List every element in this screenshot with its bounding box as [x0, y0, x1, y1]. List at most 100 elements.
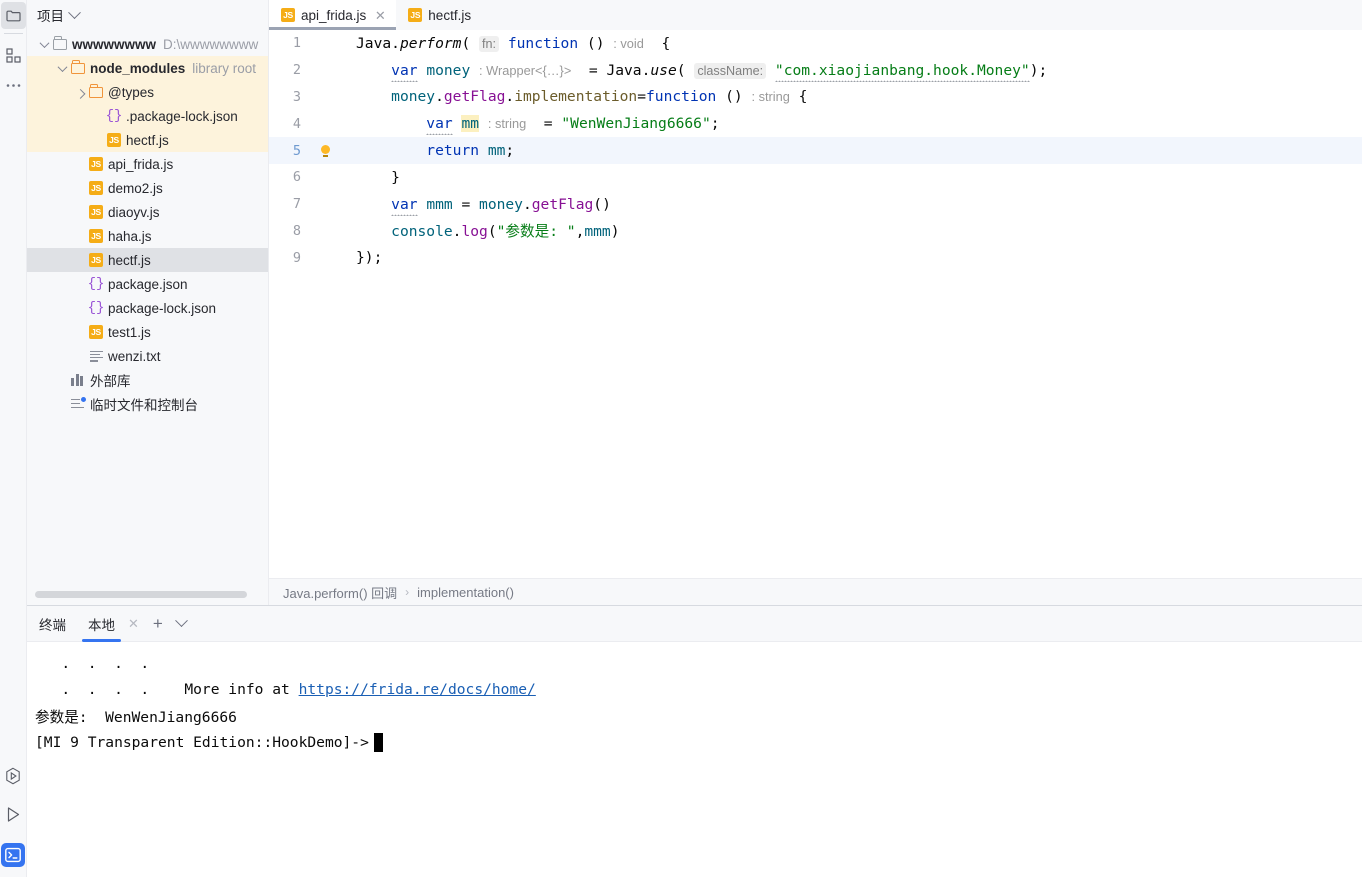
tree-item-label: .package-lock.json [126, 108, 238, 124]
tree-twisty-none [91, 128, 105, 152]
gutter-icons[interactable] [309, 144, 342, 157]
code-line[interactable]: 4 var mm : string = "WenWenJiang6666"; [269, 110, 1362, 137]
breadcrumb-item-1[interactable]: implementation() [417, 585, 514, 600]
line-number: 2 [292, 62, 301, 79]
tree-item--[interactable]: 外部库 [27, 368, 268, 392]
tree-item-icon: JS [87, 224, 105, 248]
terminal-header: 终端 本地 ✕ + [27, 606, 1362, 642]
code-line[interactable]: 1 Java.perform( fn: function () : void { [269, 30, 1362, 57]
js-file-icon: JS [89, 205, 103, 219]
line-number: 7 [292, 196, 301, 213]
code-line[interactable]: 3 money.getFlag.implementation=function … [269, 84, 1362, 111]
structure-icon[interactable] [0, 40, 27, 70]
project-icon[interactable] [0, 2, 26, 29]
activity-bar [0, 0, 27, 877]
editor-tab-api-frida-js[interactable]: JS api_frida.js ✕ [269, 0, 397, 30]
tree-item-icon: {} [105, 104, 123, 128]
tree-twisty-expanded[interactable] [55, 56, 69, 80]
tree-twisty-collapsed[interactable] [73, 80, 87, 104]
code-text: money.getFlag.implementation=function ()… [391, 88, 808, 106]
tree-item-icon: JS [87, 152, 105, 176]
breadcrumb-item-0[interactable]: Java.perform() 回调 [283, 583, 397, 602]
tree-item-hectf-js[interactable]: JS hectf.js [27, 248, 268, 272]
more-tool-windows-icon[interactable] [0, 70, 27, 100]
tree-item-icon: JS [87, 200, 105, 224]
tree-item-package-json[interactable]: {} package.json [27, 272, 268, 296]
tree-item-icon: {} [87, 296, 105, 320]
new-terminal-tab-icon[interactable]: + [153, 615, 163, 632]
code-line[interactable]: 9}); [269, 244, 1362, 271]
terminal-tab-close-icon[interactable]: ✕ [128, 616, 139, 632]
line-number: 8 [292, 222, 301, 239]
js-file-icon: JS [408, 8, 423, 22]
tree-item-test1-js[interactable]: JS test1.js [27, 320, 268, 344]
tree-item-icon [69, 368, 87, 392]
folder-icon [89, 84, 103, 98]
tree-item-label: api_frida.js [108, 156, 174, 172]
js-file-icon: JS [89, 181, 103, 195]
tree-item-haha-js[interactable]: JS haha.js [27, 224, 268, 248]
project-tree[interactable]: wwwwwwww D:\wwwwwwww node_modules library r… [27, 32, 268, 589]
chevron-down-icon[interactable] [174, 614, 188, 628]
tree-twisty-none [55, 368, 69, 392]
js-file-icon: JS [89, 325, 103, 339]
tree-item-diaoyv-js[interactable]: JS diaoyv.js [27, 200, 268, 224]
tree-item-package-lock-json[interactable]: {} package-lock.json [27, 296, 268, 320]
terminal-output[interactable]: . . . . . . . . More info at https://fri… [27, 642, 1362, 877]
code-editor[interactable]: 1 Java.perform( fn: function () : void {2… [269, 30, 1362, 578]
code-line[interactable]: 2 var money : Wrapper<{…}> = Java.use( c… [269, 57, 1362, 84]
code-text: return mm; [426, 142, 515, 160]
code-line[interactable]: 7 var mmm = money.getFlag() [269, 191, 1362, 218]
terminal-line: 参数是: WenWenJiang6666 [35, 703, 1362, 730]
run-with-coverage-icon[interactable] [0, 761, 27, 791]
line-number: 6 [292, 169, 301, 186]
line-number: 5 [292, 142, 301, 159]
code-line[interactable]: 6 } [269, 164, 1362, 191]
tree-item-hectf-js[interactable]: JS hectf.js [27, 128, 268, 152]
tree-item-wenzi-txt[interactable]: wenzi.txt [27, 344, 268, 368]
tree-item-api-frida-js[interactable]: JS api_frida.js [27, 152, 268, 176]
breadcrumb[interactable]: Java.perform() 回调 › implementation() [269, 578, 1362, 605]
tree-item--types[interactable]: @types [27, 80, 268, 104]
tree-item-label: demo2.js [108, 180, 163, 196]
editor-tab-hectf-js[interactable]: JS hectf.js [396, 0, 481, 30]
tree-item-node-modules[interactable]: node_modules library root [27, 56, 268, 80]
terminal-icon[interactable] [1, 843, 25, 867]
project-horizontal-scrollbar[interactable] [35, 591, 247, 598]
scratches-console-icon [71, 396, 87, 410]
tree-item--[interactable]: 临时文件和控制台 [27, 392, 268, 416]
code-text: var mm : string = "WenWenJiang6666"; [426, 115, 720, 133]
project-panel-header[interactable]: 项目 [27, 0, 268, 30]
tree-item-icon [87, 80, 105, 104]
code-text: }); [356, 249, 383, 267]
tree-twisty-expanded[interactable] [37, 32, 51, 56]
code-text: Java.perform( fn: function () : void { [356, 34, 671, 52]
external-libraries-icon [71, 374, 85, 386]
run-icon[interactable] [0, 799, 27, 829]
tree-item-icon [69, 56, 87, 80]
terminal-tab-local[interactable]: 本地 [82, 606, 121, 642]
js-file-icon: JS [89, 253, 103, 267]
terminal-line-text: . . . . [35, 654, 150, 672]
intention-bulb-icon[interactable] [321, 144, 330, 157]
tree-twisty-none [73, 176, 87, 200]
code-text: console.log("参数是: ",mmm) [391, 223, 620, 241]
js-file-icon: JS [107, 133, 121, 147]
folder-icon [53, 36, 67, 50]
chevron-down-icon[interactable] [68, 5, 81, 19]
frida-docs-link[interactable]: https://frida.re/docs/home/ [299, 681, 536, 698]
tree-item-wwwwwwww[interactable]: wwwwwwww D:\wwwwwwww [27, 32, 268, 56]
tree-item-suffix: library root [192, 60, 257, 76]
tree-item-demo2-js[interactable]: JS demo2.js [27, 176, 268, 200]
tree-item-label: haha.js [108, 228, 152, 244]
tree-item--package-lock-json[interactable]: {} .package-lock.json [27, 104, 268, 128]
tree-item-label: node_modules [90, 60, 186, 76]
terminal-line-text: 参数是: WenWenJiang6666 [35, 708, 237, 726]
json-file-icon: {} [87, 276, 105, 292]
code-line[interactable]: 8 console.log("参数是: ",mmm) [269, 218, 1362, 245]
close-icon[interactable]: ✕ [374, 9, 386, 22]
editor-tab-bar[interactable]: JS api_frida.js ✕ JS hectf.js [269, 0, 1362, 30]
code-line[interactable]: 5 return mm; [269, 137, 1362, 164]
tree-item-label: 外部库 [90, 374, 131, 389]
code-text: } [391, 168, 400, 186]
